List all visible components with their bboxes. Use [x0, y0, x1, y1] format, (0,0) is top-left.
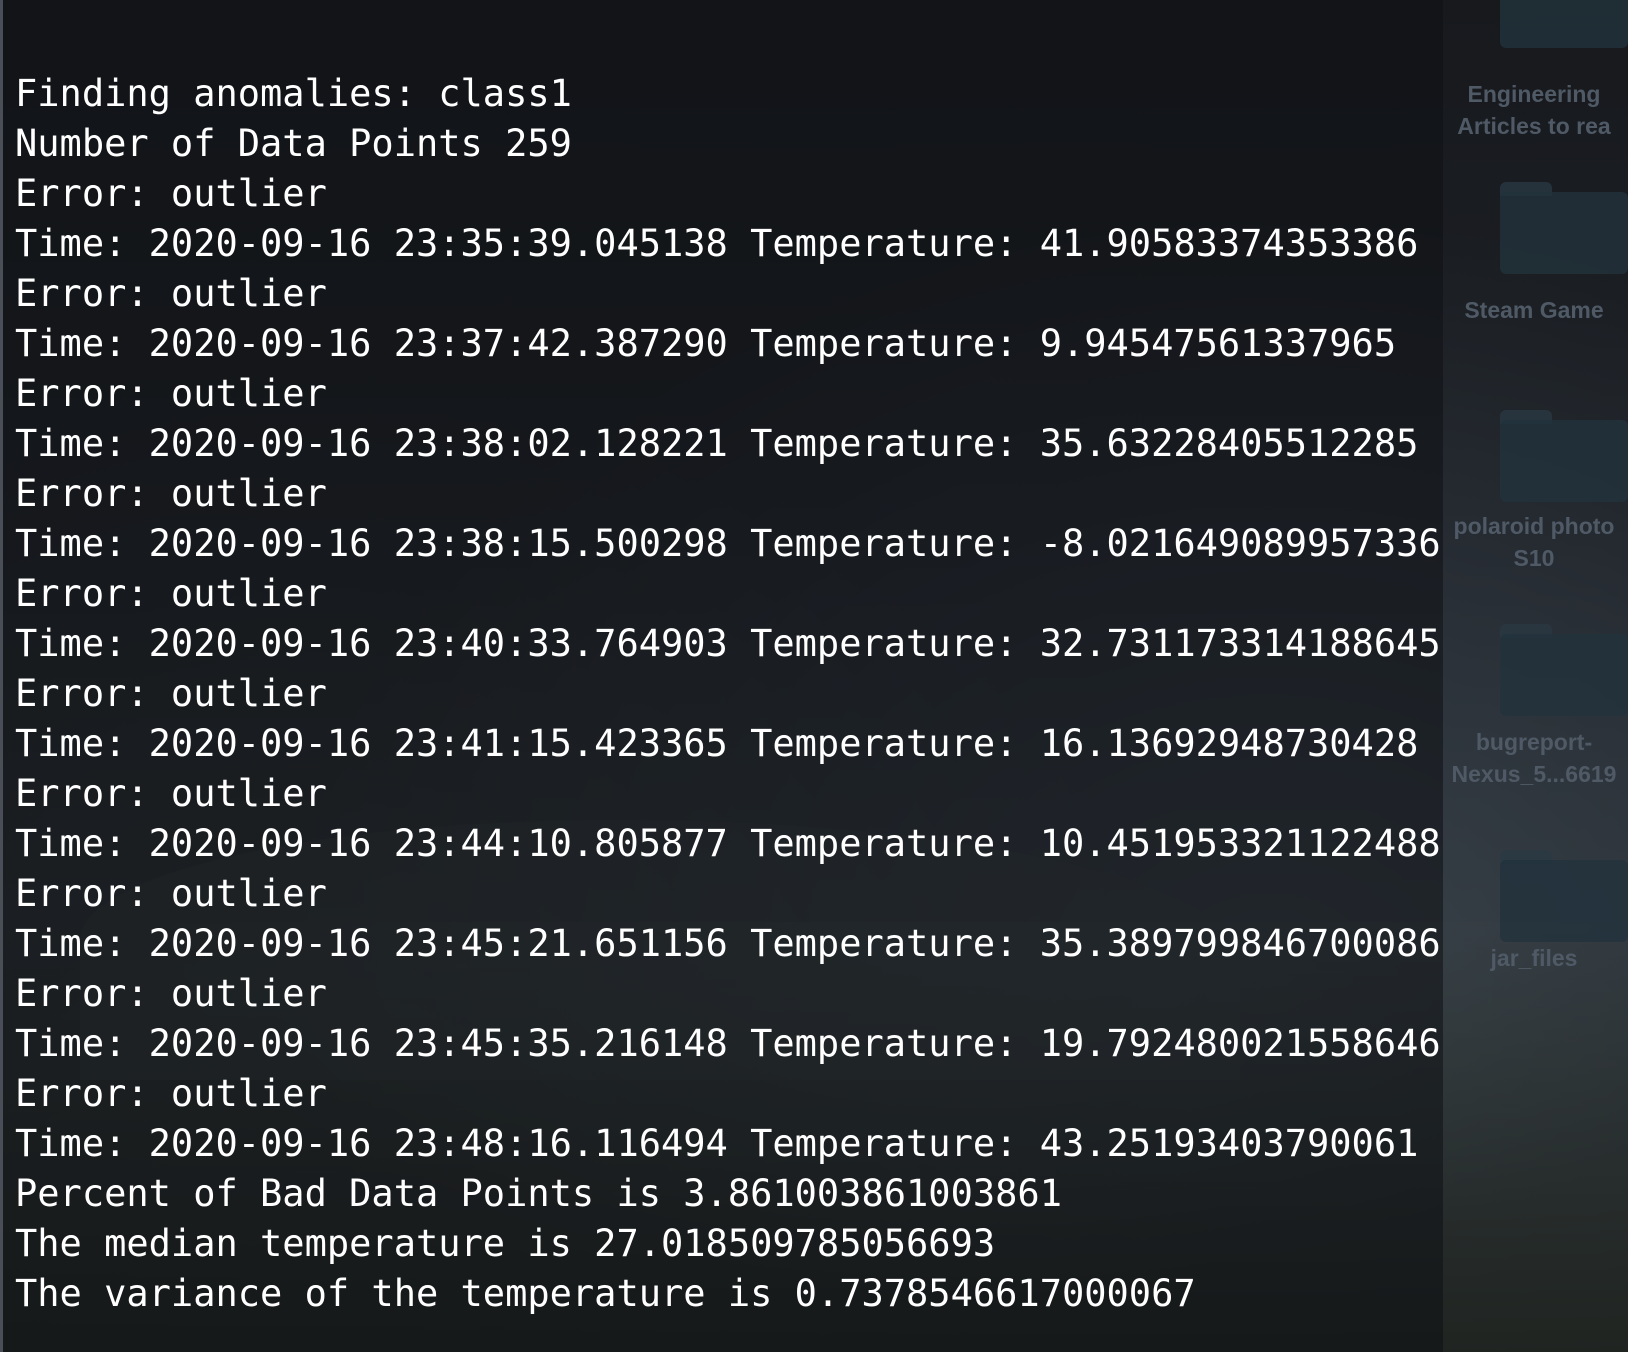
desktop-folder-engineering-articles[interactable] [1500, 0, 1628, 48]
terminal-line: Time: 2020-09-16 23:48:16.116494 Tempera… [15, 1122, 1419, 1165]
desktop-folder-label[interactable]: Articles to rea [1440, 110, 1628, 142]
terminal-line: Time: 2020-09-16 23:45:35.216148 Tempera… [15, 1022, 1441, 1065]
terminal-line: Error: outlier [15, 672, 327, 715]
terminal-line: Error: outlier [15, 472, 327, 515]
terminal-line: Time: 2020-09-16 23:40:33.764903 Tempera… [15, 622, 1441, 665]
desktop-folder-label[interactable]: bugreport- [1440, 726, 1628, 758]
desktop-folder-label[interactable]: Engineering [1440, 78, 1628, 110]
terminal-line: Error: outlier [15, 172, 327, 215]
desktop-folder-steam-game[interactable] [1500, 182, 1628, 274]
terminal-line: Error: outlier [15, 1072, 327, 1115]
desktop-folder-label[interactable]: polaroid photo [1440, 510, 1628, 542]
terminal-line: Time: 2020-09-16 23:37:42.387290 Tempera… [15, 322, 1397, 365]
terminal-line: Time: 2020-09-16 23:44:10.805877 Tempera… [15, 822, 1441, 865]
terminal-line: Time: 2020-09-16 23:35:39.045138 Tempera… [15, 222, 1419, 265]
terminal-line: Error: outlier [15, 372, 327, 415]
terminal-line: Error: outlier [15, 772, 327, 815]
terminal-line: Finding anomalies: class1 [15, 72, 572, 115]
terminal-line: The variance of the temperature is 0.737… [15, 1272, 1196, 1315]
terminal-line: Error: outlier [15, 572, 327, 615]
desktop-folder-jar-files[interactable] [1500, 850, 1628, 942]
desktop-folder-label[interactable]: Nexus_5...6619 [1440, 758, 1628, 790]
terminal-line: Error: outlier [15, 972, 327, 1015]
terminal-output: Finding anomalies: class1 Number of Data … [15, 69, 1441, 1319]
terminal-line: Error: outlier [15, 872, 327, 915]
terminal-line: Time: 2020-09-16 23:38:15.500298 Tempera… [15, 522, 1441, 565]
terminal-line: Time: 2020-09-16 23:45:21.651156 Tempera… [15, 922, 1441, 965]
desktop-folder-label[interactable]: jar_files [1440, 942, 1628, 974]
terminal-line: Number of Data Points 259 [15, 122, 572, 165]
terminal-line: The median temperature is 27.01850978505… [15, 1222, 996, 1265]
desktop-folder-bugreport[interactable] [1500, 624, 1628, 716]
desktop-folder-polaroid-photo[interactable] [1500, 410, 1628, 502]
terminal-line: Time: 2020-09-16 23:41:15.423365 Tempera… [15, 722, 1419, 765]
terminal-line: Error: outlier [15, 272, 327, 315]
desktop-icons-area: Engineering Articles to rea Steam Game p… [1440, 0, 1628, 1352]
terminal-line: Percent of Bad Data Points is 3.86100386… [15, 1172, 1062, 1215]
terminal-line: Time: 2020-09-16 23:38:02.128221 Tempera… [15, 422, 1419, 465]
desktop-folder-label[interactable]: Steam Game [1440, 294, 1628, 326]
desktop-folder-label[interactable]: S10 [1440, 542, 1628, 574]
terminal-window[interactable]: Finding anomalies: class1 Number of Data … [0, 0, 1443, 1352]
